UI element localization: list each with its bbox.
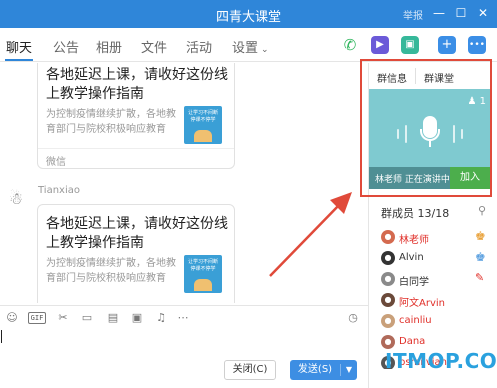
annotation-arrow <box>269 192 352 277</box>
